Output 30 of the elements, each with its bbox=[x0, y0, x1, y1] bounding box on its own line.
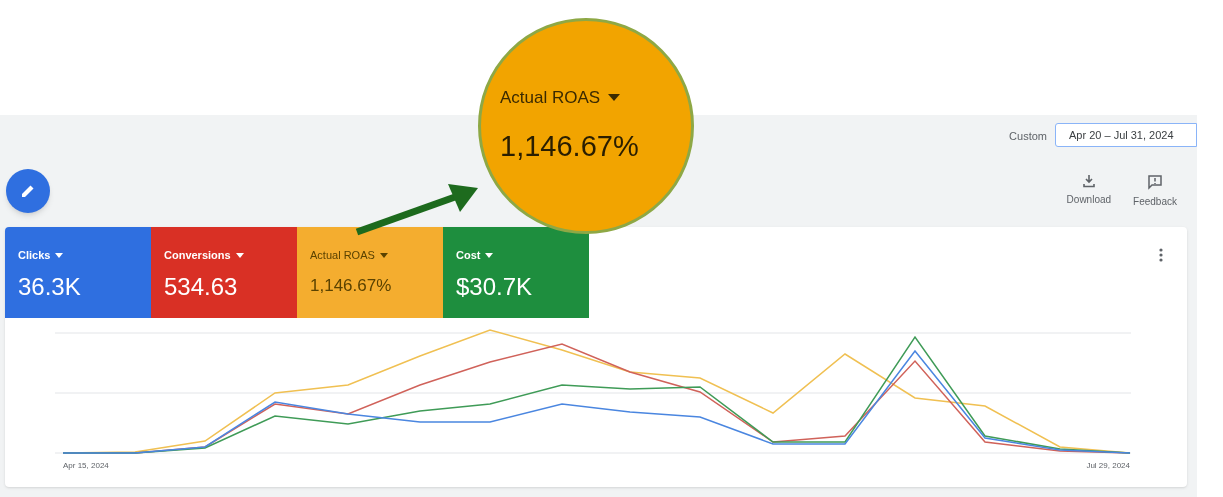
caret-icon bbox=[608, 94, 621, 102]
download-button[interactable]: Download bbox=[1066, 173, 1112, 209]
date-range-label: Custom bbox=[1009, 129, 1047, 144]
caret-icon bbox=[55, 252, 64, 258]
callout-label: Actual ROAS bbox=[500, 87, 601, 109]
more-options-icon[interactable] bbox=[1159, 248, 1163, 262]
caret-icon bbox=[485, 252, 494, 258]
metric-label: Clicks bbox=[18, 248, 51, 263]
caret-icon bbox=[235, 252, 244, 258]
axis-label: Jul 29, 2024 bbox=[1086, 461, 1130, 470]
metric-value: $30.7K bbox=[456, 271, 534, 302]
scorecard[interactable]: Cost $30.7K bbox=[443, 227, 589, 318]
edit-button[interactable] bbox=[6, 169, 50, 213]
pencil-icon bbox=[21, 184, 35, 198]
metric-label: Actual ROAS bbox=[310, 248, 375, 263]
metric-value: 534.63 bbox=[164, 271, 239, 302]
metric-label: Cost bbox=[456, 248, 481, 263]
callout-value: 1,146.67% bbox=[500, 128, 640, 164]
download-icon bbox=[1081, 173, 1096, 188]
date-range-field[interactable]: Apr 20 – Jul 31, 2024 bbox=[1055, 123, 1197, 147]
metric-value: 1,146.67% bbox=[310, 274, 393, 297]
feedback-button[interactable]: Feedback bbox=[1133, 173, 1177, 209]
scorecard[interactable]: Actual ROAS 1,146.67% bbox=[297, 227, 443, 318]
feedback-icon bbox=[1147, 173, 1164, 190]
caret-icon bbox=[379, 252, 388, 258]
metric-label: Conversions bbox=[164, 248, 231, 263]
metric-value: 36.3K bbox=[18, 271, 82, 302]
axis-label: Apr 15, 2024 bbox=[63, 461, 109, 470]
scorecard[interactable]: Clicks 36.3K bbox=[5, 227, 151, 318]
scorecard[interactable]: Conversions 534.63 bbox=[151, 227, 297, 318]
